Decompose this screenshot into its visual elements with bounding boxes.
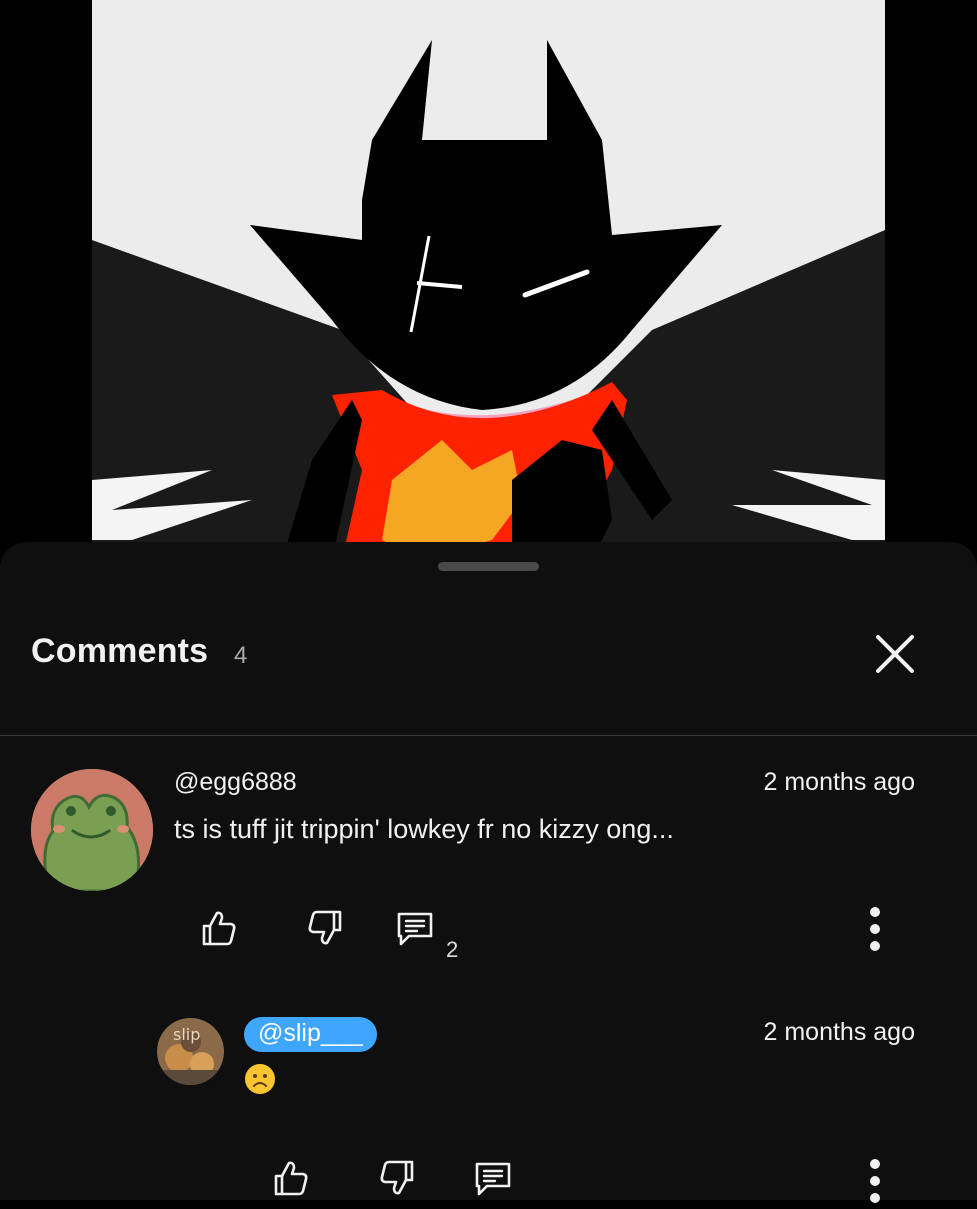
comment-thread: @egg6888 2 months ago ts is tuff jit tri… <box>0 762 977 982</box>
comments-panel: Comments 4 @egg6888 2 months ago ts is t… <box>0 542 977 1203</box>
frowning-face-icon <box>245 1064 275 1094</box>
more-vertical-icon <box>870 1159 880 1203</box>
video-artwork <box>92 0 885 560</box>
comment-count: 4 <box>234 642 248 669</box>
reply-author[interactable]: @slip___ <box>244 1017 377 1052</box>
frog-avatar[interactable] <box>31 769 153 891</box>
thumbs-up-icon <box>274 1161 308 1196</box>
frog-avatar-icon <box>31 769 153 891</box>
reply-count: 2 <box>446 937 459 962</box>
like-button[interactable] <box>198 908 238 948</box>
thumbs-down-icon <box>380 1160 414 1195</box>
reply-icon <box>475 1162 511 1196</box>
comment-text: ts is tuff jit trippin' lowkey fr no kiz… <box>174 814 674 844</box>
frowning-face-emoji: ☹ <box>244 1063 276 1095</box>
reply-thread: slip @slip___ 2 months ago ☹ <box>0 1012 977 1203</box>
thumbs-down-icon <box>308 910 342 945</box>
close-icon <box>876 635 914 673</box>
slip-avatar[interactable]: slip <box>157 1018 224 1085</box>
slip-avatar-icon: slip <box>157 1018 224 1085</box>
reply-reply-button[interactable] <box>473 1158 513 1198</box>
dislike-button[interactable] <box>306 908 346 948</box>
comment-more-button[interactable] <box>865 906 885 952</box>
video-frame <box>92 0 885 560</box>
drag-handle[interactable] <box>438 562 539 571</box>
close-button[interactable] <box>866 630 924 680</box>
panel-title: Comments <box>31 632 209 670</box>
header-divider <box>0 735 977 736</box>
reply-more-button[interactable] <box>865 1158 885 1204</box>
video-player[interactable] <box>0 0 977 560</box>
reply-dislike-button[interactable] <box>378 1158 418 1198</box>
reply-timestamp[interactable]: 2 months ago <box>764 1018 916 1047</box>
thumbs-up-icon <box>202 911 236 946</box>
reply-button[interactable] <box>395 908 435 948</box>
comment-timestamp[interactable]: 2 months ago <box>764 768 916 797</box>
comment-author[interactable]: @egg6888 <box>174 768 297 797</box>
avatar-label: slip <box>173 1025 200 1044</box>
reply-like-button[interactable] <box>270 1158 310 1198</box>
reply-icon <box>397 912 433 946</box>
more-vertical-icon <box>870 907 880 951</box>
